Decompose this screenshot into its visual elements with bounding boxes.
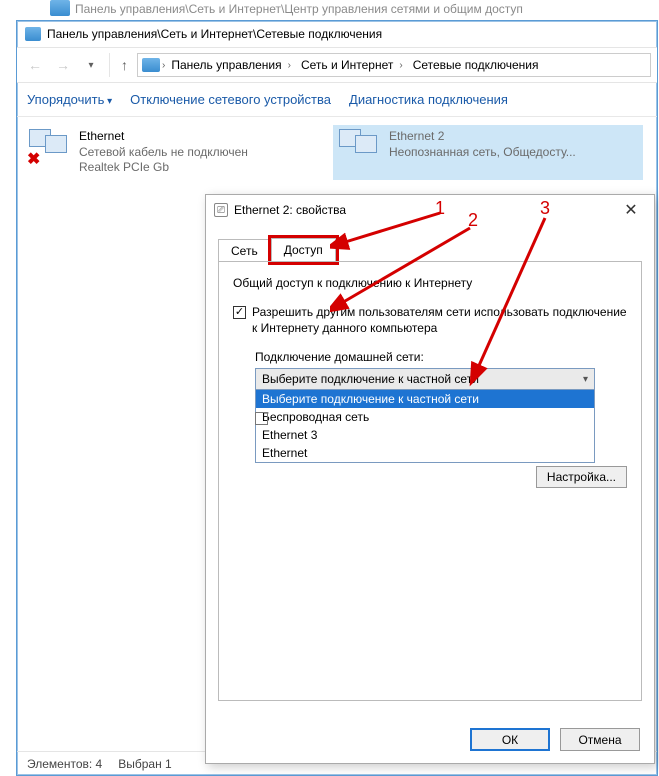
- close-button[interactable]: ✕: [616, 198, 646, 222]
- chevron-right-icon: ›: [288, 60, 291, 71]
- background-window-icon: [50, 0, 70, 16]
- address-bar[interactable]: › Панель управления › Сеть и Интернет › …: [137, 53, 651, 77]
- nav-history-dropdown[interactable]: ▾: [79, 53, 103, 77]
- allow-sharing-row[interactable]: ✓ Разрешить другим пользователям сети ис…: [233, 304, 627, 336]
- combo-option[interactable]: Беспроводная сеть: [256, 408, 594, 426]
- home-connection-combo[interactable]: Выберите подключение к частной сети ▾ Вы…: [255, 368, 595, 463]
- breadcrumb-label: Сеть и Интернет: [301, 58, 393, 72]
- ok-button[interactable]: ОК: [470, 728, 550, 751]
- breadcrumb-label: Панель управления: [171, 58, 281, 72]
- allow-control-row[interactable]: [255, 410, 268, 425]
- navigation-bar: ← → ▾ ↑ › Панель управления › Сеть и Инт…: [17, 47, 657, 83]
- error-x-icon: ✖: [27, 149, 40, 169]
- dialog-title: Ethernet 2: свойства: [234, 203, 346, 217]
- nav-forward-button[interactable]: →: [51, 53, 75, 77]
- breadcrumb-label: Сетевые подключения: [413, 58, 539, 72]
- chevron-right-icon: ›: [162, 60, 165, 71]
- connection-name: Ethernet 2: [389, 129, 576, 145]
- combo-selected-value[interactable]: Выберите подключение к частной сети ▾: [256, 369, 594, 389]
- window-titlebar: Панель управления\Сеть и Интернет\Сетевы…: [17, 21, 657, 47]
- network-adapter-icon: [339, 129, 381, 167]
- allow-sharing-label: Разрешить другим пользователям сети испо…: [252, 304, 627, 336]
- disable-device-button[interactable]: Отключение сетевого устройства: [130, 92, 331, 107]
- connection-item-ethernet[interactable]: ✖ Ethernet Сетевой кабель не подключен R…: [23, 125, 333, 180]
- settings-button[interactable]: Настройка...: [536, 466, 627, 488]
- connection-status: Сетевой кабель не подключен: [79, 145, 248, 161]
- command-toolbar: Упорядочить Отключение сетевого устройст…: [17, 83, 657, 117]
- status-elements-count: Элементов: 4: [27, 757, 102, 771]
- connection-status: Неопознанная сеть, Общедосту...: [389, 145, 576, 161]
- nav-up-button[interactable]: ↑: [109, 53, 133, 77]
- connection-adapter: Realtek PCIe Gb: [79, 160, 248, 176]
- dialog-tabs: Сеть Доступ: [206, 225, 654, 261]
- ics-group: Общий доступ к подключению к Интернету ✓…: [233, 276, 627, 463]
- breadcrumb-network-internet[interactable]: Сеть и Интернет ›: [297, 58, 407, 72]
- connections-list: ✖ Ethernet Сетевой кабель не подключен R…: [17, 117, 657, 188]
- network-adapter-small-icon: ⎚: [214, 203, 228, 217]
- combo-option[interactable]: Ethernet 3: [256, 426, 594, 444]
- window-title-icon: [25, 27, 41, 41]
- status-selected-count: Выбран 1: [118, 757, 171, 771]
- ethernet2-properties-dialog: ⎚ Ethernet 2: свойства ✕ Сеть Доступ Общ…: [205, 194, 655, 764]
- tab-sharing[interactable]: Доступ: [271, 238, 336, 262]
- close-icon: ✕: [624, 200, 637, 220]
- nav-back-button[interactable]: ←: [23, 53, 47, 77]
- chevron-right-icon: ›: [399, 60, 402, 71]
- breadcrumb-connections[interactable]: Сетевые подключения: [409, 58, 543, 72]
- connection-text: Ethernet Сетевой кабель не подключен Rea…: [79, 129, 248, 176]
- dialog-buttons: ОК Отмена: [470, 728, 640, 751]
- connection-name: Ethernet: [79, 129, 248, 145]
- connection-item-ethernet2[interactable]: Ethernet 2 Неопознанная сеть, Общедосту.…: [333, 125, 643, 180]
- combo-option[interactable]: Выберите подключение к частной сети: [256, 390, 594, 408]
- sharing-tab-panel: Общий доступ к подключению к Интернету ✓…: [218, 261, 642, 701]
- tab-network[interactable]: Сеть: [218, 239, 271, 262]
- cancel-button[interactable]: Отмена: [560, 728, 640, 751]
- combo-dropdown-list: Выберите подключение к частной сети Бесп…: [256, 389, 594, 462]
- window-title: Панель управления\Сеть и Интернет\Сетевы…: [47, 27, 382, 41]
- ics-group-legend: Общий доступ к подключению к Интернету: [233, 276, 627, 290]
- combo-selected-text: Выберите подключение к частной сети: [262, 372, 479, 386]
- address-bar-icon: [142, 58, 160, 72]
- allow-sharing-checkbox[interactable]: ✓: [233, 306, 246, 319]
- diagnose-connection-button[interactable]: Диагностика подключения: [349, 92, 508, 107]
- home-connection-label: Подключение домашней сети:: [255, 350, 627, 364]
- dialog-titlebar: ⎚ Ethernet 2: свойства ✕: [206, 195, 654, 225]
- allow-control-checkbox[interactable]: [255, 412, 268, 425]
- network-adapter-icon: ✖: [29, 129, 71, 167]
- combo-option[interactable]: Ethernet: [256, 444, 594, 462]
- background-window-title: Панель управления\Сеть и Интернет\Центр …: [75, 2, 523, 16]
- connection-text: Ethernet 2 Неопознанная сеть, Общедосту.…: [389, 129, 576, 176]
- organize-menu[interactable]: Упорядочить: [27, 92, 112, 107]
- breadcrumb-control-panel[interactable]: Панель управления ›: [167, 58, 295, 72]
- chevron-down-icon: ▾: [583, 374, 588, 385]
